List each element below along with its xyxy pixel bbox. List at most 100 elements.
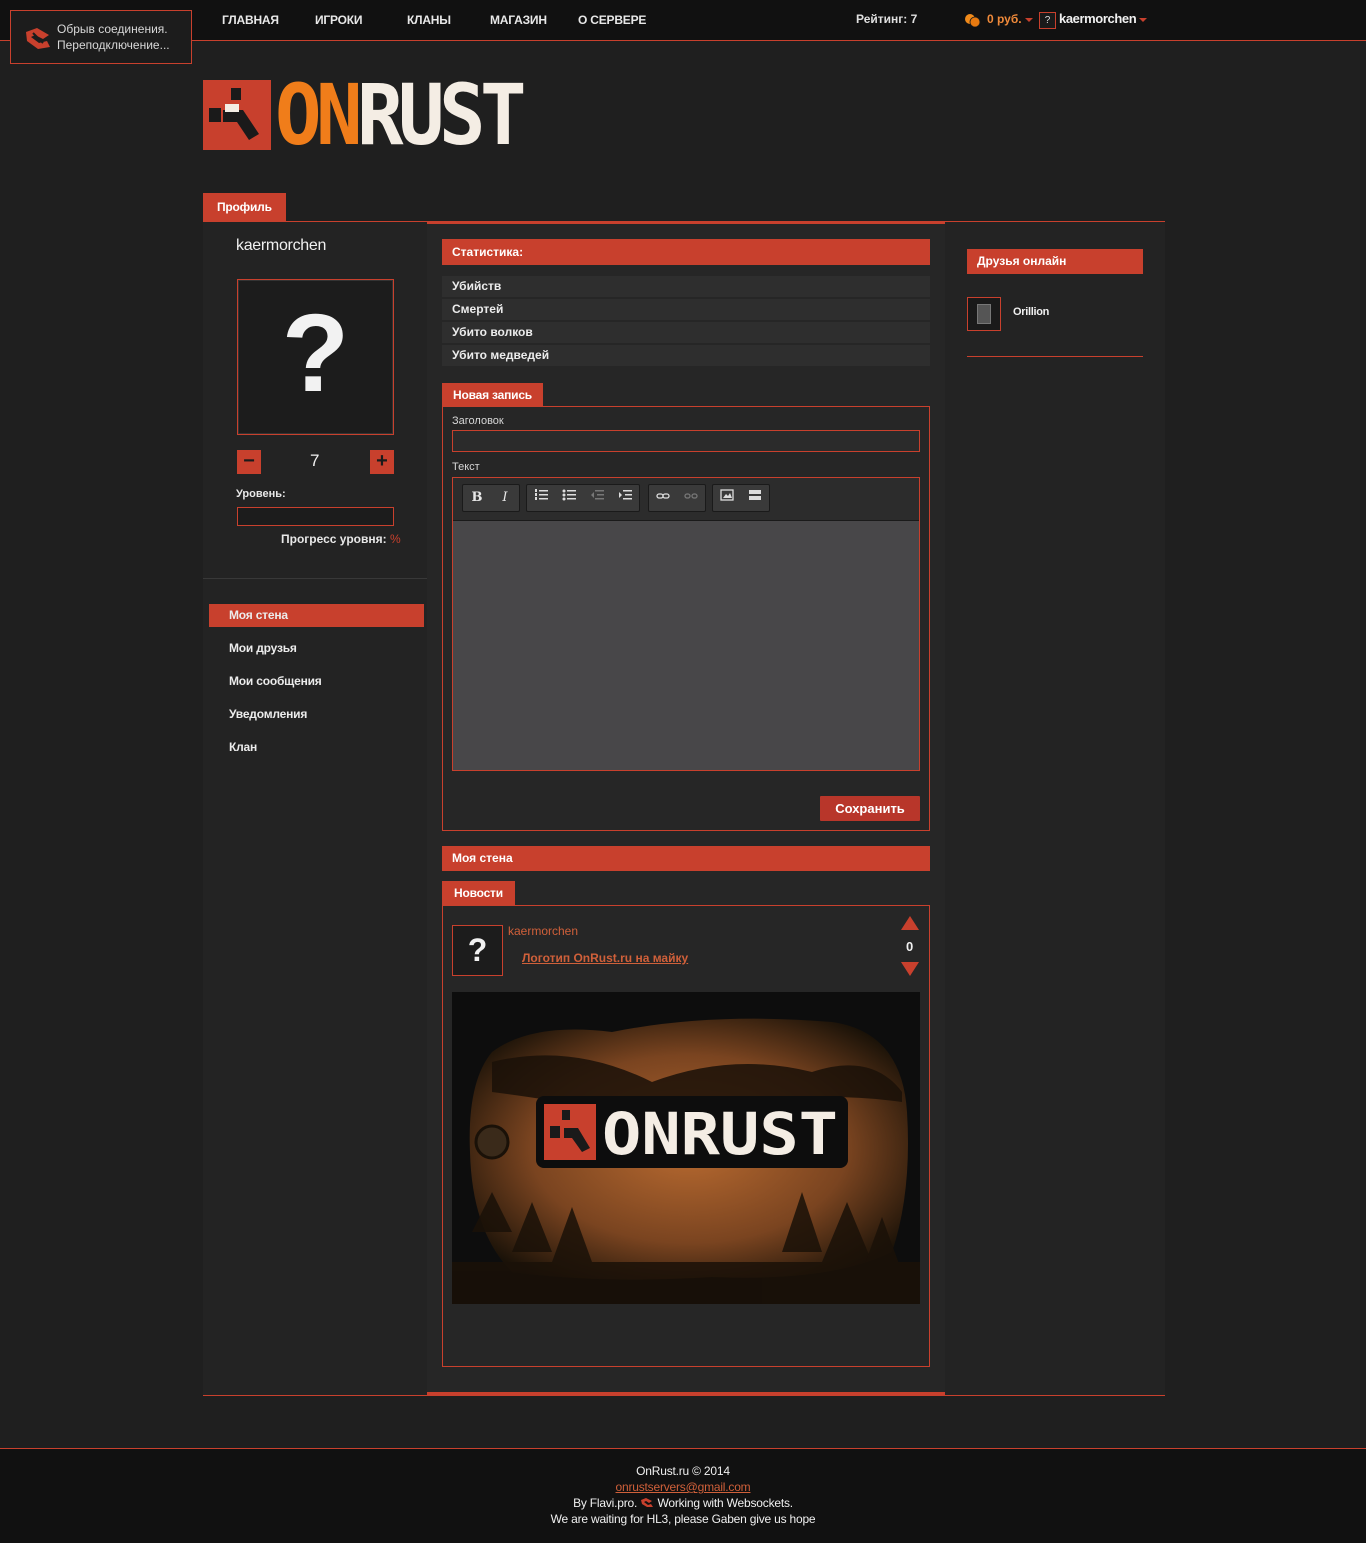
chevron-down-icon — [1139, 17, 1148, 22]
rating-text: Рейтинг: 7 — [856, 12, 918, 26]
outdent-button[interactable] — [583, 485, 611, 511]
minus-icon: − — [243, 450, 255, 472]
money-value: 0 руб. — [987, 12, 1022, 26]
outdent-icon — [591, 490, 604, 500]
post-title-link[interactable]: Логотип OnRust.ru на майку — [522, 951, 688, 965]
chevron-down-icon — [1024, 17, 1033, 22]
post-title-input[interactable] — [452, 430, 920, 452]
logo-wordmark: ONRUST — [275, 73, 527, 157]
menu-item-notifications[interactable]: Уведомления — [229, 707, 307, 721]
horizontal-rule-icon — [749, 490, 761, 500]
username-label: kaermorchen — [1059, 11, 1137, 26]
disconnect-icon — [26, 28, 50, 49]
plus-icon: + — [376, 450, 388, 472]
connection-lost-text: Обрыв соединения. — [57, 22, 168, 36]
editor-toolbar: B I — [453, 478, 919, 521]
nav-about-server[interactable]: О СЕРВЕРЕ — [578, 13, 646, 27]
friends-online-header: Друзья онлайн — [967, 249, 1143, 274]
rating-plus-button[interactable]: + — [370, 450, 394, 474]
friend-name-link[interactable]: Orillion — [1013, 306, 1049, 318]
ordered-list-icon — [535, 489, 548, 500]
stats-header: Статистика: — [442, 239, 930, 265]
logo-text-rust: RUST — [357, 66, 527, 164]
horizontal-rule-button[interactable] — [741, 485, 769, 511]
link-icon — [656, 493, 670, 499]
unordered-list-icon — [562, 489, 576, 501]
footer-websockets: Working with Websockets. — [657, 1496, 793, 1510]
money-dropdown[interactable]: 0 руб. — [987, 12, 1033, 26]
site-logo[interactable]: ONRUST — [203, 73, 542, 157]
profile-avatar[interactable]: ? — [237, 279, 394, 435]
websocket-icon — [641, 1498, 654, 1507]
connection-toast: Обрыв соединения. Переподключение... — [10, 10, 192, 64]
menu-item-my-messages[interactable]: Мои сообщения — [229, 674, 322, 688]
user-menu-dropdown[interactable]: kaermorchen — [1059, 11, 1148, 26]
question-mark-icon: ? — [281, 292, 350, 415]
tab-news[interactable]: Новости — [442, 881, 515, 906]
friend-avatar[interactable] — [967, 297, 1001, 331]
nav-home[interactable]: ГЛАВНАЯ — [222, 13, 279, 27]
coins-icon — [965, 14, 981, 27]
tab-profile[interactable]: Профиль — [203, 193, 286, 221]
vote-count: 0 — [906, 939, 914, 954]
menu-item-my-wall[interactable]: Моя стена — [229, 608, 288, 622]
bold-button[interactable]: B — [463, 485, 491, 511]
divider — [203, 578, 427, 579]
stat-row-bears: Убито медведей — [442, 345, 930, 366]
footer-by: By Flavi.pro. — [573, 1496, 638, 1510]
stat-row-wolves: Убито волков — [442, 322, 930, 343]
footer-hope: We are waiting for HL3, please Gaben giv… — [550, 1512, 816, 1526]
unlink-icon — [684, 493, 698, 499]
nav-shop[interactable]: МАГАЗИН — [490, 13, 547, 27]
user-avatar-mini[interactable]: ? — [1039, 12, 1056, 29]
unordered-list-button[interactable] — [555, 485, 583, 511]
post-text-editor[interactable]: B I — [452, 477, 920, 771]
nav-players[interactable]: ИГРОКИ — [315, 13, 363, 27]
indent-button[interactable] — [611, 485, 639, 511]
post-author-link[interactable]: kaermorchen — [508, 924, 578, 938]
logo-mark-icon — [203, 80, 271, 150]
profile-name: kaermorchen — [236, 237, 327, 254]
post-author-avatar[interactable]: ? — [452, 925, 503, 976]
list-group — [526, 484, 640, 512]
image-logo-text: ONRUST — [602, 1100, 838, 1168]
vote-down-icon[interactable] — [901, 962, 919, 976]
link-group — [648, 484, 706, 512]
stat-row-deaths: Смертей — [442, 299, 930, 320]
level-progress-percent: % — [389, 532, 401, 546]
menu-item-my-friends[interactable]: Мои друзья — [229, 641, 297, 655]
logo-text-on: ON — [275, 66, 363, 164]
ordered-list-button[interactable] — [527, 485, 555, 511]
italic-button[interactable]: I — [491, 485, 519, 511]
wall-header: Моя стена — [442, 846, 930, 871]
divider — [967, 356, 1143, 357]
right-sidebar — [945, 221, 1165, 1396]
level-progress-bar — [237, 507, 394, 526]
format-group: B I — [462, 484, 520, 512]
insert-group — [712, 484, 770, 512]
footer-email-link[interactable]: onrustservers@gmail.com — [616, 1480, 751, 1494]
stat-row-kills: Убийств — [442, 276, 930, 297]
level-progress-text: Прогресс уровня: — [281, 532, 387, 546]
image-icon — [720, 489, 734, 501]
top-navbar — [0, 0, 1366, 41]
unlink-button[interactable] — [677, 485, 705, 511]
indent-icon — [619, 490, 632, 500]
footer-credits: By Flavi.pro. Working with Websockets. — [0, 1496, 1366, 1510]
image-button[interactable] — [713, 485, 741, 511]
rating-minus-button[interactable]: − — [237, 450, 261, 474]
post-image: ONRUST — [452, 992, 920, 1304]
footer-copyright: OnRust.ru © 2014 — [636, 1464, 730, 1478]
profile-rating-value: 7 — [310, 451, 320, 470]
post-text-label: Текст — [452, 461, 480, 473]
link-button[interactable] — [649, 485, 677, 511]
menu-item-clan[interactable]: Клан — [229, 740, 257, 754]
footer-email-row: onrustservers@gmail.com — [0, 1480, 1366, 1494]
vote-up-icon[interactable] — [901, 916, 919, 930]
save-button[interactable]: Сохранить — [820, 796, 920, 821]
level-progress-label: Прогресс уровня: % — [281, 532, 401, 546]
nav-clans[interactable]: КЛАНЫ — [407, 13, 451, 27]
rust-dogtag-artwork: ONRUST — [452, 992, 920, 1304]
reconnecting-text: Переподключение... — [57, 38, 170, 52]
tab-new-post[interactable]: Новая запись — [442, 383, 543, 407]
